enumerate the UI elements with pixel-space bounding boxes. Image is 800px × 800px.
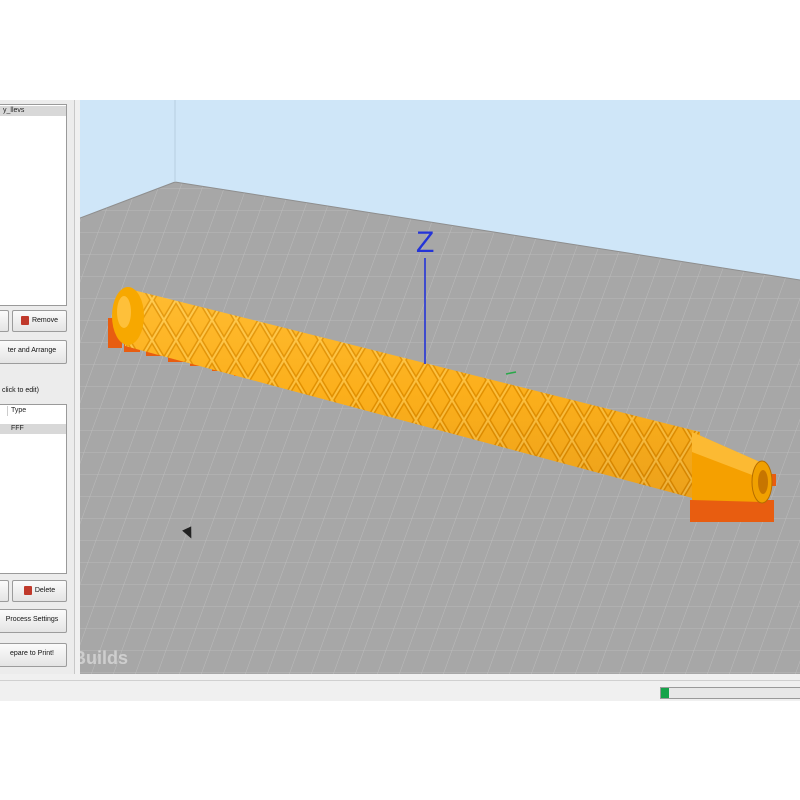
process-list[interactable]: Type FFF — [0, 404, 67, 574]
remove-icon — [20, 315, 29, 325]
prepare-print-label: epare to Print! — [10, 650, 54, 657]
simplify3d-window: y_llevs Remove ter and Arrange click to … — [0, 100, 800, 701]
status-bar — [0, 680, 800, 701]
left-panel: y_llevs Remove ter and Arrange click to … — [0, 100, 75, 674]
delete-button[interactable]: Delete — [12, 580, 67, 602]
process-list-header: Type — [0, 405, 66, 417]
3d-viewport[interactable]: Z 3DBuilds — [50, 100, 800, 674]
center-button-partial[interactable] — [0, 310, 9, 332]
delete-icon — [23, 585, 32, 595]
type-column-header: Type — [11, 407, 27, 414]
process-row[interactable]: FFF — [0, 424, 66, 434]
prepare-print-button[interactable]: epare to Print! — [0, 643, 67, 667]
delete-label: Delete — [34, 587, 56, 594]
remove-label: Remove — [31, 317, 59, 324]
progress-fill — [661, 688, 670, 698]
watermark-text: 3DBuilds — [80, 648, 128, 668]
remove-button[interactable]: Remove — [12, 310, 67, 332]
models-list[interactable]: y_llevs — [0, 104, 67, 306]
z-axis-label: Z — [416, 226, 434, 259]
center-arrange-label: ter and Arrange — [7, 347, 57, 354]
center-arrange-button[interactable]: ter and Arrange — [0, 340, 67, 364]
process-group-label: click to edit) — [2, 387, 39, 394]
list-item[interactable]: y_llevs — [0, 106, 66, 116]
header-divider — [7, 406, 8, 416]
scene: Z 3DBuilds — [50, 100, 800, 674]
add-process-button-partial[interactable] — [0, 580, 9, 602]
process-settings-button[interactable]: Process Settings — [0, 609, 67, 633]
process-settings-label: Process Settings — [5, 616, 59, 623]
progress-bar — [660, 687, 800, 699]
